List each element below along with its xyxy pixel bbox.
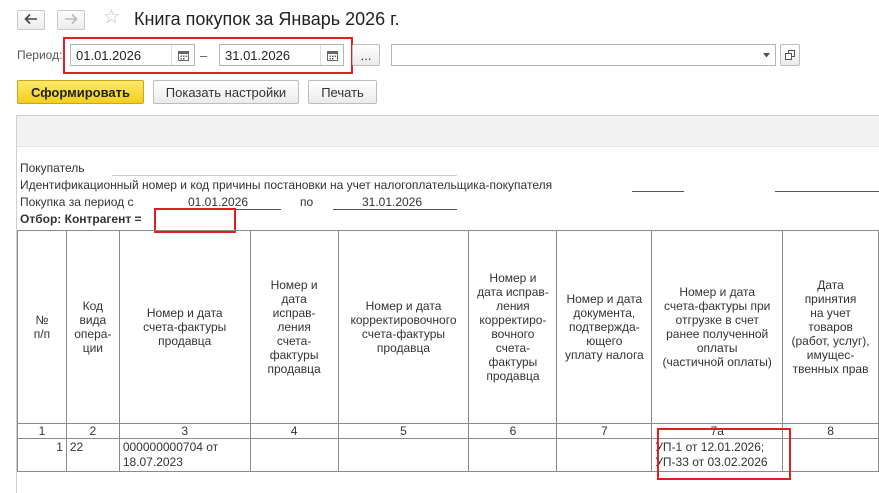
back-button[interactable] xyxy=(17,10,45,30)
purchase-to-value: 31.01.2026 xyxy=(362,195,423,209)
dropdown-arrow-icon[interactable] xyxy=(757,45,775,65)
kpp-underline xyxy=(775,191,879,192)
advance-invoice-highlight xyxy=(657,428,791,480)
period-highlight xyxy=(63,37,353,74)
column-header: Код вида опера-ции xyxy=(65,230,120,424)
column-number: 4 xyxy=(249,423,339,439)
column-number: 5 xyxy=(337,423,470,439)
buyer-label: Покупатель xyxy=(20,161,85,175)
generate-button[interactable]: Сформировать xyxy=(17,80,144,104)
purchase-to-label: по xyxy=(300,195,314,209)
forward-button[interactable] xyxy=(57,10,85,30)
period-label: Период: xyxy=(17,48,63,62)
accept-date-cell xyxy=(782,438,879,472)
arrow-left-icon xyxy=(24,13,38,28)
open-button[interactable] xyxy=(780,44,800,66)
inn-label: Идентификационный номер и код причины по… xyxy=(20,178,553,192)
column-number: 8 xyxy=(782,423,879,439)
purchase-to-underline xyxy=(333,209,457,210)
purchase-from-value: 01.01.2026 xyxy=(188,195,249,209)
column-header: Номер и дата корректировочного счета-факту… xyxy=(337,230,470,424)
window-title: Книга покупок за Январь 2026 г. xyxy=(134,9,400,29)
report-header-band xyxy=(17,116,879,147)
column-header: Номер и дата документа, подтвержда-ющего уп… xyxy=(556,230,653,424)
column-header: Номер и дата исправ-ления корректиро-вочно… xyxy=(468,230,558,424)
show-settings-button[interactable]: Показать настройки xyxy=(153,80,299,104)
column-header: Номер и дата счета-фактуры продавца xyxy=(118,230,251,424)
column-number: 7 xyxy=(556,423,653,439)
column-number: 6 xyxy=(468,423,558,439)
buyer-underline xyxy=(112,175,457,176)
column-header: Дата принятия на учет товаров (работ, услуг)… xyxy=(782,230,879,424)
column-header: Номер и дата счета-фактуры при отгрузке в … xyxy=(651,230,784,424)
column-number: 3 xyxy=(118,423,251,439)
report-variant-select[interactable] xyxy=(391,44,776,66)
arrow-right-icon xyxy=(64,13,78,28)
column-number: 2 xyxy=(65,423,120,439)
invoice-cell: 000000000704 от 18.07.2023 xyxy=(118,438,251,472)
inn-underline xyxy=(632,191,684,192)
favorite-star-icon[interactable]: ☆ xyxy=(103,8,120,28)
purchase-period-label: Покупка за период с xyxy=(20,195,134,209)
row-number: 1 xyxy=(17,438,67,472)
print-button[interactable]: Печать xyxy=(308,80,377,104)
correction-cell xyxy=(249,438,339,472)
table-header-row: № п/п Код вида опера-ции Номер и дата счета-… xyxy=(17,230,879,424)
open-window-icon xyxy=(785,48,795,63)
filter-label: Отбор: Контрагент = xyxy=(20,212,142,226)
period-select-button[interactable]: ... xyxy=(352,44,380,66)
adj-invoice-cell xyxy=(337,438,470,472)
column-header: Номер и дата исправ-ления счета-фактуры прод… xyxy=(249,230,339,424)
column-number: 1 xyxy=(17,423,67,439)
column-header: № п/п xyxy=(17,230,67,424)
op-code-cell: 22 xyxy=(65,438,120,472)
payment-doc-cell xyxy=(556,438,653,472)
ellipsis-icon: ... xyxy=(360,47,372,63)
adj-correction-cell xyxy=(468,438,558,472)
